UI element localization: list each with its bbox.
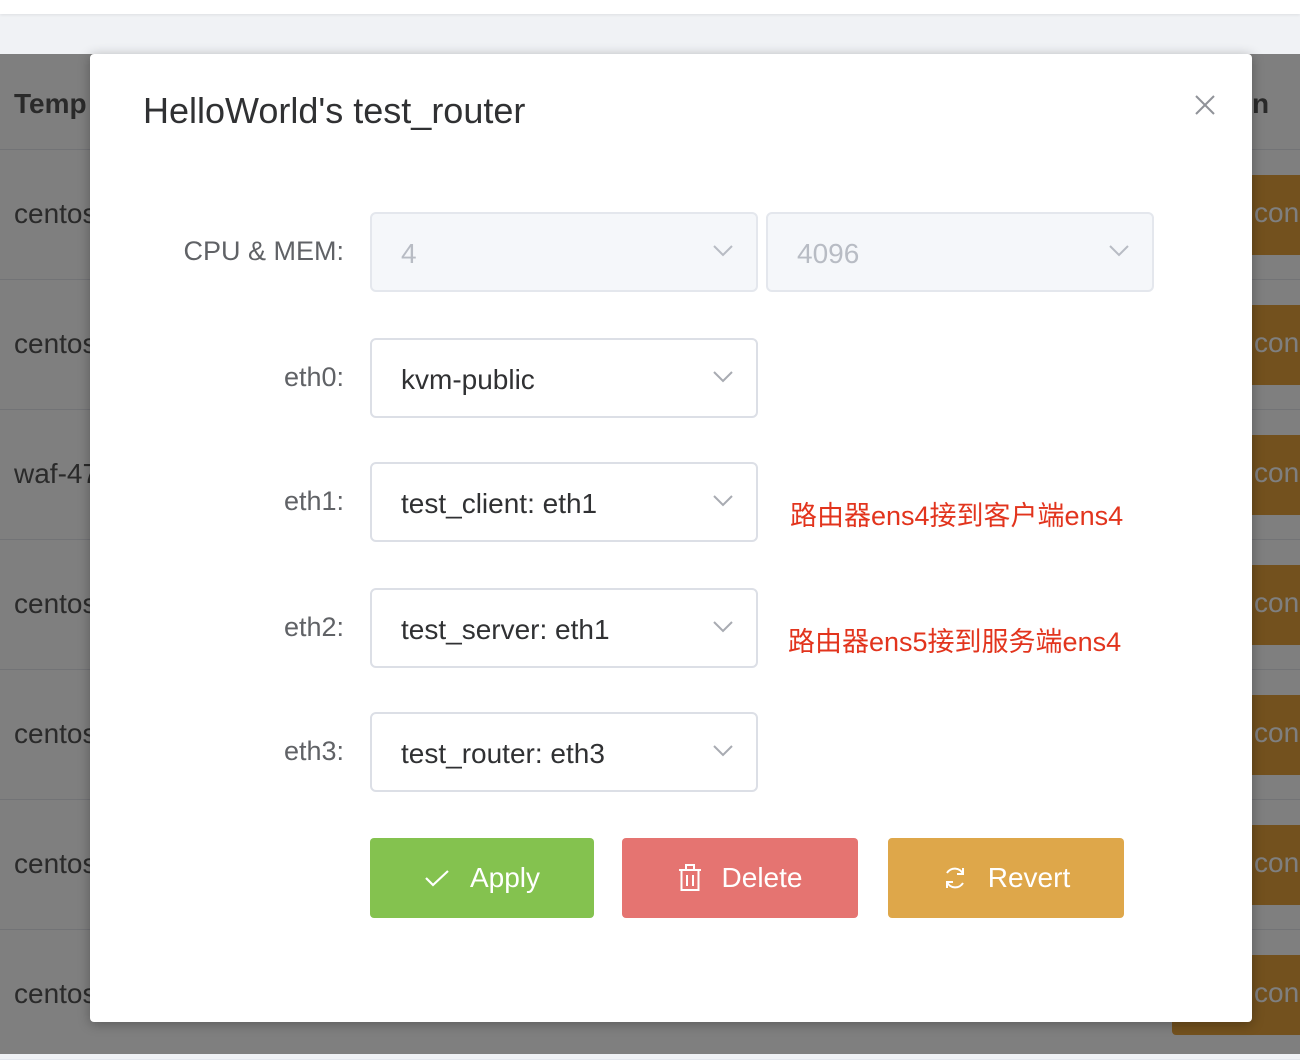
apply-button-label: Apply [469,862,541,893]
chevron-down-icon [713,745,733,757]
router-config-dialog: HelloWorld's test_router CPU & MEM: 4 40… [90,54,1252,1022]
apply-button[interactable]: Apply [370,838,594,918]
cpu-mem-label: CPU & MEM: [183,236,344,266]
eth3-label: eth3: [283,736,344,766]
eth0-select-value: kvm-public [401,364,535,395]
revert-button[interactable]: Revert [888,838,1124,918]
eth1-select-value: test_client: eth1 [401,488,598,519]
eth3-select[interactable]: test_router: eth3 [370,712,758,792]
chevron-down-icon [713,245,733,257]
chevron-down-icon [1109,245,1129,257]
eth2-note: 路由器ens5接到服务端ens4 [788,627,1122,657]
mem-select-value: 4096 [797,238,860,269]
top-navbar [0,0,1300,14]
eth0-select[interactable]: kvm-public [370,338,758,418]
delete-button[interactable]: Delete [622,838,858,918]
eth3-select-value: test_router: eth3 [401,738,605,769]
chevron-down-icon [713,621,733,633]
check-icon [425,870,449,887]
eth1-note: 路由器ens4接到客户端ens4 [790,501,1124,531]
trash-icon [678,864,701,891]
close-icon[interactable] [1190,90,1220,120]
cpu-select[interactable]: 4 [370,212,758,292]
revert-button-label: Revert [987,862,1071,893]
dialog-title: HelloWorld's test_router [143,90,526,131]
mem-select[interactable]: 4096 [766,212,1154,292]
eth2-select-value: test_server: eth1 [401,614,610,645]
eth1-label: eth1: [283,486,344,516]
chevron-down-icon [713,495,733,507]
eth1-select[interactable]: test_client: eth1 [370,462,758,542]
eth0-label: eth0: [283,362,344,392]
eth2-label: eth2: [283,612,344,642]
refresh-icon [945,867,964,889]
chevron-down-icon [713,371,733,383]
eth2-select[interactable]: test_server: eth1 [370,588,758,668]
cpu-select-value: 4 [401,238,417,269]
delete-button-label: Delete [721,862,803,893]
